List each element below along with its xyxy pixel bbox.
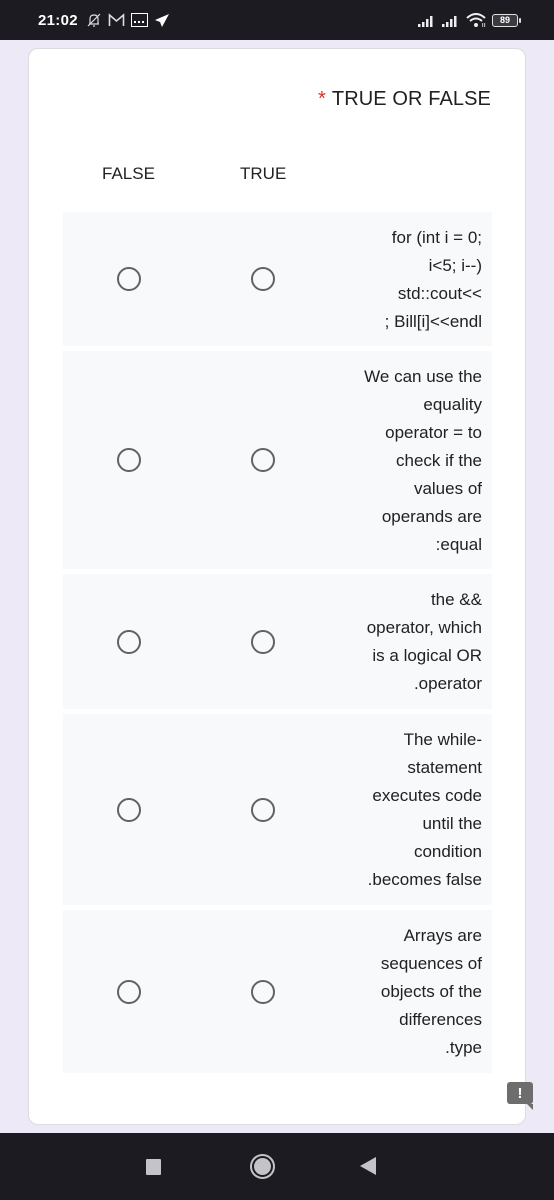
radio-false[interactable] <box>117 630 141 654</box>
grid-row: We can use the equality operator = to check… <box>63 351 492 569</box>
status-right-icons: 89 <box>418 0 521 40</box>
navigation-bar <box>0 1133 554 1200</box>
radio-true[interactable] <box>251 267 275 291</box>
feedback-button[interactable]: ! <box>507 1082 533 1110</box>
radio-true[interactable] <box>251 798 275 822</box>
statement-line: executes code <box>372 786 482 805</box>
statement-line: operator = to <box>385 423 482 442</box>
required-marker: * <box>317 88 326 110</box>
statement-line: check if the <box>396 451 482 470</box>
telegram-icon <box>154 13 170 28</box>
statement-line: until the <box>422 814 482 833</box>
question-title-text: TRUE OR FALSE <box>331 88 491 110</box>
battery-icon: 89 <box>492 13 521 27</box>
radio-true[interactable] <box>251 630 275 654</box>
row-statement: The while-statement executes code until th… <box>332 726 482 894</box>
home-button[interactable] <box>250 1154 275 1179</box>
status-left-icons <box>86 12 170 28</box>
radio-false[interactable] <box>117 448 141 472</box>
muted-bell-icon <box>86 12 102 28</box>
column-header-true: TRUE <box>240 164 287 183</box>
statement-line: for (int i = 0; <box>391 228 482 247</box>
statement-line: sequences of <box>380 954 482 973</box>
statement-line: operands are <box>381 507 482 526</box>
status-bar: 21:02 89 <box>0 0 554 40</box>
statement-line: equality <box>423 395 482 414</box>
row-statement: Arrays are sequences of objects of the diff… <box>332 922 482 1062</box>
statement-line: operator, which <box>366 618 482 637</box>
statement-line: values of <box>413 479 482 498</box>
grid-row: Arrays are sequences of objects of the diff… <box>63 910 492 1073</box>
radio-false[interactable] <box>117 980 141 1004</box>
statement-line: The while- <box>403 730 482 749</box>
statement-line: :equal <box>435 535 482 554</box>
radio-false[interactable] <box>117 267 141 291</box>
home-icon <box>254 1158 271 1175</box>
gallery-icon <box>130 13 148 27</box>
radio-false[interactable] <box>117 798 141 822</box>
statement-line: i<5; i--) <box>428 256 482 275</box>
statement-line: the && <box>430 590 482 609</box>
grid-row: The while-statement executes code until th… <box>63 714 492 905</box>
statement-line: .type <box>445 1038 482 1057</box>
statement-line: ; Bill[i]<<endl <box>384 312 482 331</box>
grid-row: for (int i = 0;i<5; i--)std::cout<<; Bil… <box>63 212 492 346</box>
status-time: 21:02 <box>38 11 78 29</box>
statement-line: objects of the <box>380 982 482 1001</box>
radio-true[interactable] <box>251 980 275 1004</box>
back-button[interactable] <box>360 1157 376 1175</box>
recents-button[interactable] <box>146 1159 161 1175</box>
statement-line: statement <box>407 758 482 777</box>
statement-line: Arrays are <box>403 926 482 945</box>
signal-2-icon <box>442 14 460 27</box>
wifi-icon <box>466 12 486 28</box>
row-statement: the && operator, which is a logical OR .ope… <box>332 586 482 698</box>
column-header-false: FALSE <box>102 164 155 183</box>
row-statement: for (int i = 0;i<5; i--)std::cout<<; Bil… <box>332 224 482 336</box>
statement-line: std::cout<< <box>397 284 482 303</box>
gmail-icon <box>108 13 125 27</box>
signal-1-icon <box>418 14 436 27</box>
feedback-icon: ! <box>517 1084 523 1102</box>
statement-line: condition <box>413 842 482 861</box>
grid-row: the && operator, which is a logical OR .ope… <box>63 574 492 709</box>
statement-line: differences <box>399 1010 482 1029</box>
question-title: * TRUE OR FALSE <box>318 88 491 111</box>
statement-line: .operator <box>413 674 482 693</box>
statement-line: is a logical OR <box>372 646 482 665</box>
radio-true[interactable] <box>251 448 275 472</box>
statement-line: We can use the <box>364 367 482 386</box>
row-statement: We can use the equality operator = to check… <box>332 363 482 559</box>
statement-line: .becomes false <box>367 870 482 889</box>
question-card: * TRUE OR FALSE FALSE TRUE for (int i = 0… <box>28 48 526 1125</box>
